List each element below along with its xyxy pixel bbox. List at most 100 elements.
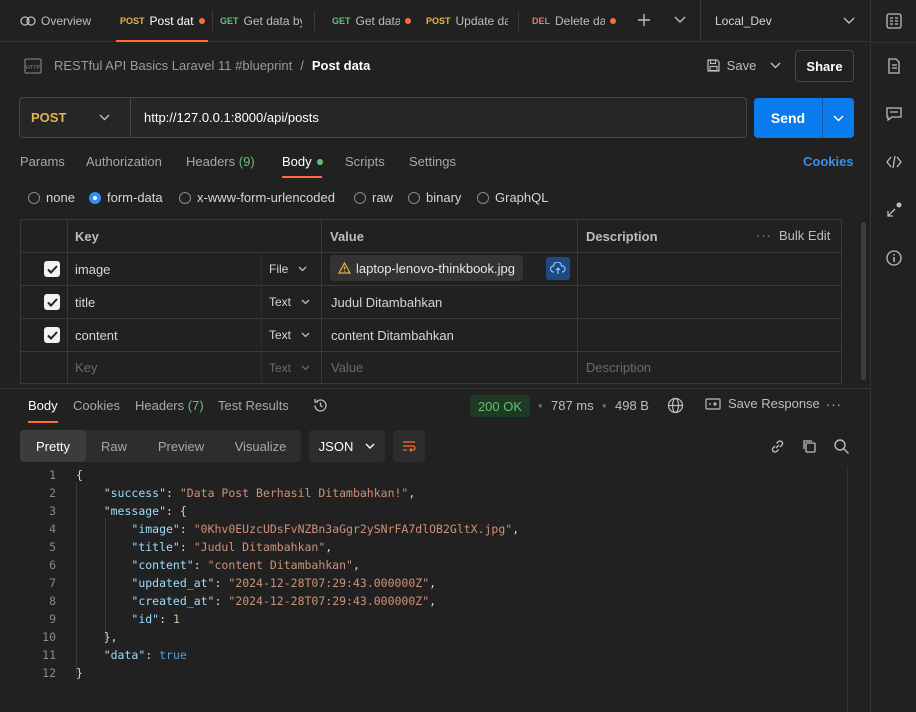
json-key: "data" (103, 648, 146, 662)
line-number: 8 (49, 594, 56, 608)
send-button[interactable]: Send (754, 98, 822, 138)
row-value[interactable]: content Ditambahkan (331, 328, 454, 343)
line-number: 2 (49, 486, 56, 500)
more-options-icon[interactable]: ··· (756, 228, 772, 243)
response-tab-headers[interactable]: Headers (7) (135, 398, 204, 413)
copy-icon[interactable] (801, 438, 818, 455)
globe-icon[interactable] (667, 397, 684, 414)
response-size[interactable]: 498 B (615, 398, 649, 413)
row-key[interactable]: content (75, 328, 118, 343)
new-key-input[interactable]: Key (75, 360, 97, 375)
breadcrumb: RESTful API Basics Laravel 11 #blueprint… (54, 58, 370, 73)
new-value-input[interactable]: Value (331, 360, 363, 375)
row-checkbox[interactable] (44, 327, 60, 343)
related-collections-icon[interactable] (885, 201, 903, 219)
view-visualize[interactable]: Visualize (220, 430, 301, 462)
chevron-down-icon (365, 443, 375, 449)
tab-body[interactable]: Body (282, 154, 323, 169)
code-snippet-icon[interactable] (885, 153, 903, 171)
tab-overview[interactable]: Overview (20, 0, 100, 42)
svg-text:HTTP: HTTP (26, 65, 41, 71)
tab-get-data-by[interactable]: GET Get data by (220, 0, 304, 42)
tab-get-data[interactable]: GET Get data (332, 0, 412, 42)
response-tab-body[interactable]: Body (28, 398, 58, 413)
more-options-icon[interactable]: ··· (826, 397, 842, 412)
info-icon[interactable] (885, 249, 903, 267)
save-response-button[interactable]: Save Response (705, 396, 820, 411)
save-options-button[interactable] (764, 50, 786, 81)
share-button[interactable]: Share (795, 50, 854, 82)
editor-scrollbar-track[interactable] (847, 466, 848, 712)
type-selector[interactable]: Text (269, 328, 310, 342)
wrap-lines-button[interactable] (393, 430, 425, 462)
method-label: POST (31, 110, 67, 125)
radio-x-www-form-urlencoded[interactable]: x-www-form-urlencoded (179, 190, 335, 205)
response-time[interactable]: 787 ms (551, 398, 594, 413)
tabs-dropdown-chevron-icon[interactable] (674, 16, 686, 24)
radio-raw[interactable]: raw (354, 190, 393, 205)
cookies-link[interactable]: Cookies (803, 154, 854, 169)
row-checkbox[interactable] (44, 261, 60, 277)
tab-update-data[interactable]: POST Update da (426, 0, 510, 42)
file-chip[interactable]: laptop-lenovo-thinkbook.jpg (330, 255, 523, 281)
active-tab-indicator (28, 421, 58, 423)
tab-params[interactable]: Params (20, 154, 65, 169)
breadcrumb-collection[interactable]: RESTful API Basics Laravel 11 #blueprint (54, 58, 292, 73)
row-key[interactable]: title (75, 295, 95, 310)
row-value[interactable]: Judul Ditambahkan (331, 295, 442, 310)
environment-selector[interactable]: Local_Dev (715, 0, 855, 42)
radio-none[interactable]: none (28, 190, 75, 205)
link-icon[interactable] (769, 438, 786, 455)
upload-cloud-button[interactable] (546, 257, 570, 280)
save-button[interactable]: Save (700, 50, 762, 81)
radio-graphql[interactable]: GraphQL (477, 190, 548, 205)
type-selector[interactable]: File (269, 262, 307, 276)
tab-scripts[interactable]: Scripts (345, 154, 385, 169)
save-response-icon (705, 397, 721, 410)
type-selector[interactable]: Text (269, 295, 310, 309)
pane-divider[interactable] (0, 388, 870, 389)
response-tab-cookies[interactable]: Cookies (73, 398, 120, 413)
comments-icon[interactable] (885, 105, 903, 123)
code-line: { (76, 468, 83, 482)
documentation-icon[interactable] (885, 57, 903, 75)
tab-settings[interactable]: Settings (409, 154, 456, 169)
chevron-down-icon (770, 62, 780, 69)
view-preview[interactable]: Preview (142, 430, 220, 462)
warning-icon (338, 262, 351, 274)
view-pretty[interactable]: Pretty (20, 430, 86, 462)
code-line: "content": "content Ditambahkan", (131, 558, 360, 572)
new-tab-icon[interactable] (637, 13, 651, 27)
tab-headers-label: Headers (186, 154, 236, 169)
file-name: laptop-lenovo-thinkbook.jpg (356, 260, 515, 276)
method-selector[interactable]: POST (20, 98, 131, 137)
tab-delete-data[interactable]: DEL Delete dat (532, 0, 618, 42)
history-icon[interactable] (312, 397, 329, 414)
search-icon[interactable] (833, 438, 850, 455)
json-string: "0Khv0EUzcUDsFvNZBn3aGgr2ySNrFA7dlOB2Glt… (193, 522, 513, 536)
send-options-button[interactable] (822, 98, 854, 138)
response-tab-test-results[interactable]: Test Results (218, 398, 289, 413)
wrap-lines-icon (403, 441, 416, 452)
tab-headers[interactable]: Headers (9) (186, 154, 255, 169)
row-checkbox[interactable] (44, 294, 60, 310)
new-description-input[interactable]: Description (586, 360, 651, 375)
row-key[interactable]: image (75, 262, 110, 277)
view-raw[interactable]: Raw (86, 430, 142, 462)
code-line: "data": true (103, 648, 187, 662)
code-line: }, (76, 630, 118, 644)
environment-quick-look-icon[interactable] (885, 12, 903, 30)
checkmark-icon (46, 297, 58, 307)
type-selector[interactable]: Text (269, 361, 310, 375)
tab-post-data[interactable]: POST Post dat (120, 0, 208, 42)
tab-authorization[interactable]: Authorization (86, 154, 162, 169)
radio-form-data[interactable]: form-data (89, 190, 163, 205)
format-selector[interactable]: JSON (309, 430, 385, 462)
radio-binary[interactable]: binary (408, 190, 461, 205)
bulk-edit-button[interactable]: Bulk Edit (779, 228, 830, 243)
url-input[interactable]: http://127.0.0.1:8000/api/posts (144, 110, 319, 125)
column-header-description: Description (586, 229, 658, 244)
chevron-down-icon (833, 115, 844, 121)
status-badge[interactable]: 200 OK (470, 395, 530, 417)
table-scrollbar[interactable] (861, 222, 866, 380)
